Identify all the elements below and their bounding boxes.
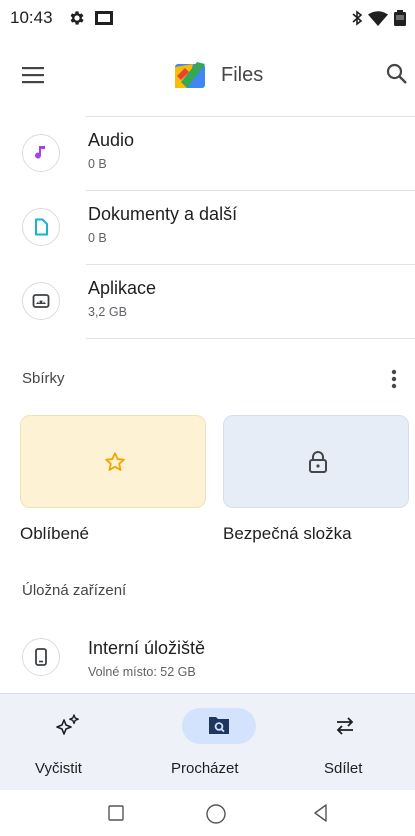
apps-icon-circle	[22, 282, 60, 320]
nav-browse[interactable]: Procházet	[138, 694, 277, 791]
bluetooth-icon	[350, 9, 364, 32]
gear-icon	[68, 9, 86, 32]
nav-share-label: Sdílet	[324, 760, 363, 777]
bottom-navigation: Vyčistit Procházet Sdílet	[0, 693, 415, 790]
category-title: Audio	[88, 130, 135, 150]
sparkle-icon	[56, 714, 79, 735]
safe-folder-card[interactable]	[223, 415, 409, 508]
category-apps[interactable]: Aplikace 3,2 GB	[0, 264, 415, 338]
battery-icon	[393, 10, 407, 32]
swap-icon	[336, 717, 354, 735]
app-title: Files	[221, 64, 264, 86]
category-title: Dokumenty a další	[88, 204, 238, 224]
document-icon	[35, 218, 48, 236]
storage-free: Volné místo: 52 GB	[88, 665, 196, 679]
back-icon[interactable]	[312, 803, 328, 823]
collections-header: Sbírky	[22, 370, 65, 387]
search-icon[interactable]	[386, 63, 408, 90]
status-bar: 10:43	[0, 0, 415, 36]
home-icon[interactable]	[205, 803, 227, 825]
storage-internal[interactable]: Interní úložiště Volné místo: 52 GB	[0, 620, 415, 694]
category-audio[interactable]: Audio 0 B	[0, 116, 415, 190]
audio-icon-circle	[22, 134, 60, 172]
divider	[86, 338, 415, 339]
favorites-card[interactable]	[20, 415, 206, 508]
browse-icon	[209, 717, 229, 734]
more-vert-icon[interactable]	[391, 369, 397, 394]
wifi-icon	[368, 11, 388, 31]
nav-share[interactable]: Sdílet	[277, 694, 415, 791]
system-navigation-bar	[0, 790, 415, 836]
nav-clean-label: Vyčistit	[35, 760, 82, 777]
status-time: 10:43	[10, 8, 53, 27]
internal-icon-circle	[22, 638, 60, 676]
screen-icon	[95, 11, 113, 30]
top-app-bar	[0, 52, 415, 100]
menu-icon[interactable]	[22, 66, 44, 89]
files-logo-icon	[175, 62, 209, 95]
android-icon	[32, 294, 50, 308]
category-size: 0 B	[88, 231, 107, 245]
category-documents[interactable]: Dokumenty a další 0 B	[0, 190, 415, 264]
documents-icon-circle	[22, 208, 60, 246]
category-size: 3,2 GB	[88, 305, 127, 319]
storage-header: Úložná zařízení	[22, 582, 127, 599]
nav-clean[interactable]: Vyčistit	[0, 694, 138, 791]
star-icon	[105, 452, 125, 471]
lock-icon	[309, 451, 327, 473]
category-title: Aplikace	[88, 278, 157, 298]
music-note-icon	[35, 146, 45, 159]
nav-browse-label: Procházet	[171, 760, 239, 777]
favorites-label: Oblíbené	[20, 524, 89, 543]
storage-title: Interní úložiště	[88, 638, 206, 658]
category-size: 0 B	[88, 157, 107, 171]
phone-icon	[35, 648, 47, 666]
safe-folder-label: Bezpečná složka	[223, 524, 352, 543]
recents-icon[interactable]	[107, 804, 125, 822]
